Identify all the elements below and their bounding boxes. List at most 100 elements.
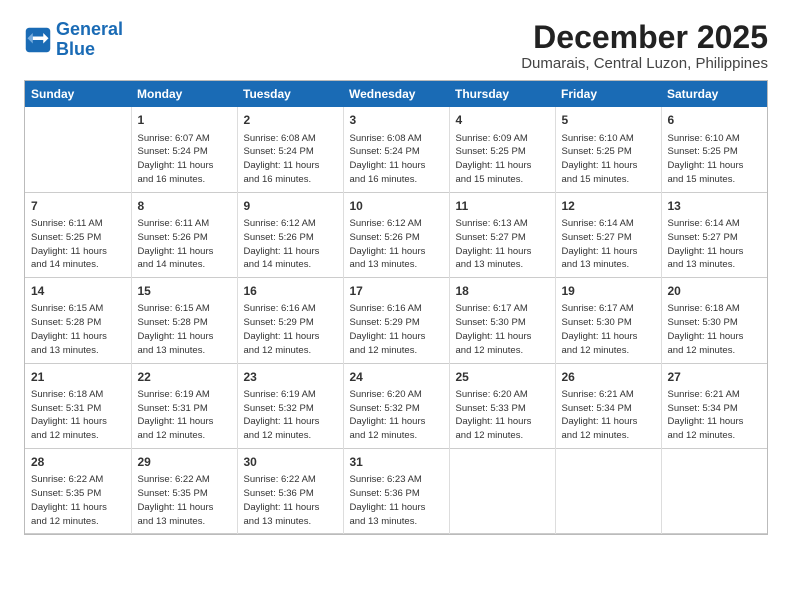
day-number: 23 <box>244 369 337 386</box>
calendar-cell: 31Sunrise: 6:23 AMSunset: 5:36 PMDayligh… <box>343 449 449 534</box>
day-info: Sunrise: 6:11 AMSunset: 5:25 PMDaylight:… <box>31 217 125 272</box>
calendar-cell: 22 Sunrise: 6:19 AMSunset: 5:31 PMDayligh… <box>131 363 237 448</box>
day-info: Sunrise: 6:21 AMSunset: 5:34 PMDaylight:… <box>668 388 762 443</box>
day-info: Sunrise: 6:18 AMSunset: 5:30 PMDaylight:… <box>668 302 762 357</box>
calendar-cell: 12 Sunrise: 6:14 AMSunset: 5:27 PMDayligh… <box>555 192 661 277</box>
calendar-table-wrapper: Sunday Monday Tuesday Wednesday Thursday… <box>24 80 768 535</box>
logo-text: General Blue <box>56 20 123 60</box>
logo-icon <box>24 26 52 54</box>
col-thursday: Thursday <box>449 81 555 107</box>
calendar-cell: 24 Sunrise: 6:20 AMSunset: 5:32 PMDayligh… <box>343 363 449 448</box>
calendar-cell: 11 Sunrise: 6:13 AMSunset: 5:27 PMDayligh… <box>449 192 555 277</box>
calendar-cell: 6 Sunrise: 6:10 AMSunset: 5:25 PMDaylight… <box>661 107 767 192</box>
calendar-cell: 18 Sunrise: 6:17 AMSunset: 5:30 PMDayligh… <box>449 278 555 363</box>
calendar-cell: 9Sunrise: 6:12 AMSunset: 5:26 PMDaylight… <box>237 192 343 277</box>
calendar-cell: 25 Sunrise: 6:20 AMSunset: 5:33 PMDayligh… <box>449 363 555 448</box>
col-monday: Monday <box>131 81 237 107</box>
calendar-cell <box>661 449 767 534</box>
logo: General Blue <box>24 20 123 60</box>
day-number: 19 <box>562 283 655 300</box>
header-row: Sunday Monday Tuesday Wednesday Thursday… <box>25 81 767 107</box>
calendar-cell: 27 Sunrise: 6:21 AMSunset: 5:34 PMDayligh… <box>661 363 767 448</box>
day-number: 25 <box>456 369 549 386</box>
day-number: 10 <box>350 198 443 215</box>
day-info: Sunrise: 6:14 AMSunset: 5:27 PMDaylight:… <box>562 217 655 272</box>
day-number: 21 <box>31 369 125 386</box>
calendar-week-5: 28 Sunrise: 6:22 AMSunset: 5:35 PMDayligh… <box>25 449 767 534</box>
day-info: Sunrise: 6:12 AMSunset: 5:26 PMDaylight:… <box>350 217 443 272</box>
day-info: Sunrise: 6:16 AMSunset: 5:29 PMDaylight:… <box>244 302 337 357</box>
day-info: Sunrise: 6:08 AMSunset: 5:24 PMDaylight:… <box>350 132 443 187</box>
month-title: December 2025 <box>521 20 768 55</box>
calendar-cell <box>25 107 131 192</box>
calendar-cell: 15 Sunrise: 6:15 AMSunset: 5:28 PMDayligh… <box>131 278 237 363</box>
col-saturday: Saturday <box>661 81 767 107</box>
calendar-cell: 19 Sunrise: 6:17 AMSunset: 5:30 PMDayligh… <box>555 278 661 363</box>
day-number: 14 <box>31 283 125 300</box>
day-number: 13 <box>668 198 762 215</box>
calendar-cell: 23 Sunrise: 6:19 AMSunset: 5:32 PMDayligh… <box>237 363 343 448</box>
calendar-cell: 14 Sunrise: 6:15 AMSunset: 5:28 PMDayligh… <box>25 278 131 363</box>
location: Dumarais, Central Luzon, Philippines <box>521 55 768 72</box>
calendar-cell: 28Sunrise: 6:22 AMSunset: 5:35 PMDayligh… <box>25 449 131 534</box>
calendar-cell: 2Sunrise: 6:08 AMSunset: 5:24 PMDaylight… <box>237 107 343 192</box>
day-info: Sunrise: 6:15 AMSunset: 5:28 PMDaylight:… <box>31 302 125 357</box>
day-number: 7 <box>31 198 125 215</box>
calendar-cell: 5 Sunrise: 6:10 AMSunset: 5:25 PMDaylight… <box>555 107 661 192</box>
col-sunday: Sunday <box>25 81 131 107</box>
day-info: Sunrise: 6:13 AMSunset: 5:27 PMDaylight:… <box>456 217 549 272</box>
day-info: Sunrise: 6:17 AMSunset: 5:30 PMDaylight:… <box>562 302 655 357</box>
day-number: 18 <box>456 283 549 300</box>
day-number: 2 <box>244 112 337 129</box>
calendar-cell <box>555 449 661 534</box>
calendar-week-3: 14 Sunrise: 6:15 AMSunset: 5:28 PMDayligh… <box>25 278 767 363</box>
calendar-cell: 26Sunrise: 6:21 AMSunset: 5:34 PMDayligh… <box>555 363 661 448</box>
day-info: Sunrise: 6:11 AMSunset: 5:26 PMDaylight:… <box>138 217 231 272</box>
day-info: Sunrise: 6:19 AMSunset: 5:32 PMDaylight:… <box>244 388 337 443</box>
day-number: 3 <box>350 112 443 129</box>
day-info: Sunrise: 6:20 AMSunset: 5:33 PMDaylight:… <box>456 388 549 443</box>
day-info: Sunrise: 6:18 AMSunset: 5:31 PMDaylight:… <box>31 388 125 443</box>
day-number: 27 <box>668 369 762 386</box>
calendar-cell: 30 Sunrise: 6:22 AMSunset: 5:36 PMDayligh… <box>237 449 343 534</box>
day-info: Sunrise: 6:10 AMSunset: 5:25 PMDaylight:… <box>562 132 655 187</box>
day-number: 4 <box>456 112 549 129</box>
title-block: December 2025 Dumarais, Central Luzon, P… <box>521 20 768 72</box>
calendar-cell: 20 Sunrise: 6:18 AMSunset: 5:30 PMDayligh… <box>661 278 767 363</box>
calendar-cell: 3 Sunrise: 6:08 AMSunset: 5:24 PMDaylight… <box>343 107 449 192</box>
col-tuesday: Tuesday <box>237 81 343 107</box>
page: General Blue December 2025 Dumarais, Cen… <box>0 0 792 551</box>
day-info: Sunrise: 6:17 AMSunset: 5:30 PMDaylight:… <box>456 302 549 357</box>
calendar-cell: 8 Sunrise: 6:11 AMSunset: 5:26 PMDaylight… <box>131 192 237 277</box>
day-number: 17 <box>350 283 443 300</box>
day-info: Sunrise: 6:21 AMSunset: 5:34 PMDaylight:… <box>562 388 655 443</box>
day-info: Sunrise: 6:12 AMSunset: 5:26 PMDaylight:… <box>244 217 337 272</box>
day-info: Sunrise: 6:22 AMSunset: 5:36 PMDaylight:… <box>244 473 337 528</box>
calendar-week-4: 21 Sunrise: 6:18 AMSunset: 5:31 PMDayligh… <box>25 363 767 448</box>
calendar-cell: 10 Sunrise: 6:12 AMSunset: 5:26 PMDayligh… <box>343 192 449 277</box>
calendar-cell: 4 Sunrise: 6:09 AMSunset: 5:25 PMDaylight… <box>449 107 555 192</box>
calendar-cell: 29 Sunrise: 6:22 AMSunset: 5:35 PMDayligh… <box>131 449 237 534</box>
day-number: 30 <box>244 454 337 471</box>
calendar-cell: 17Sunrise: 6:16 AMSunset: 5:29 PMDayligh… <box>343 278 449 363</box>
day-info: Sunrise: 6:22 AMSunset: 5:35 PMDaylight:… <box>138 473 231 528</box>
day-number: 15 <box>138 283 231 300</box>
day-number: 12 <box>562 198 655 215</box>
day-number: 11 <box>456 198 549 215</box>
day-number: 8 <box>138 198 231 215</box>
day-info: Sunrise: 6:10 AMSunset: 5:25 PMDaylight:… <box>668 132 762 187</box>
calendar-cell: 13 Sunrise: 6:14 AMSunset: 5:27 PMDayligh… <box>661 192 767 277</box>
day-number: 28 <box>31 454 125 471</box>
day-number: 6 <box>668 112 762 129</box>
day-number: 20 <box>668 283 762 300</box>
day-info: Sunrise: 6:20 AMSunset: 5:32 PMDaylight:… <box>350 388 443 443</box>
day-info: Sunrise: 6:14 AMSunset: 5:27 PMDaylight:… <box>668 217 762 272</box>
day-number: 22 <box>138 369 231 386</box>
day-number: 24 <box>350 369 443 386</box>
day-info: Sunrise: 6:09 AMSunset: 5:25 PMDaylight:… <box>456 132 549 187</box>
day-info: Sunrise: 6:19 AMSunset: 5:31 PMDaylight:… <box>138 388 231 443</box>
day-info: Sunrise: 6:15 AMSunset: 5:28 PMDaylight:… <box>138 302 231 357</box>
col-friday: Friday <box>555 81 661 107</box>
day-number: 29 <box>138 454 231 471</box>
day-number: 5 <box>562 112 655 129</box>
